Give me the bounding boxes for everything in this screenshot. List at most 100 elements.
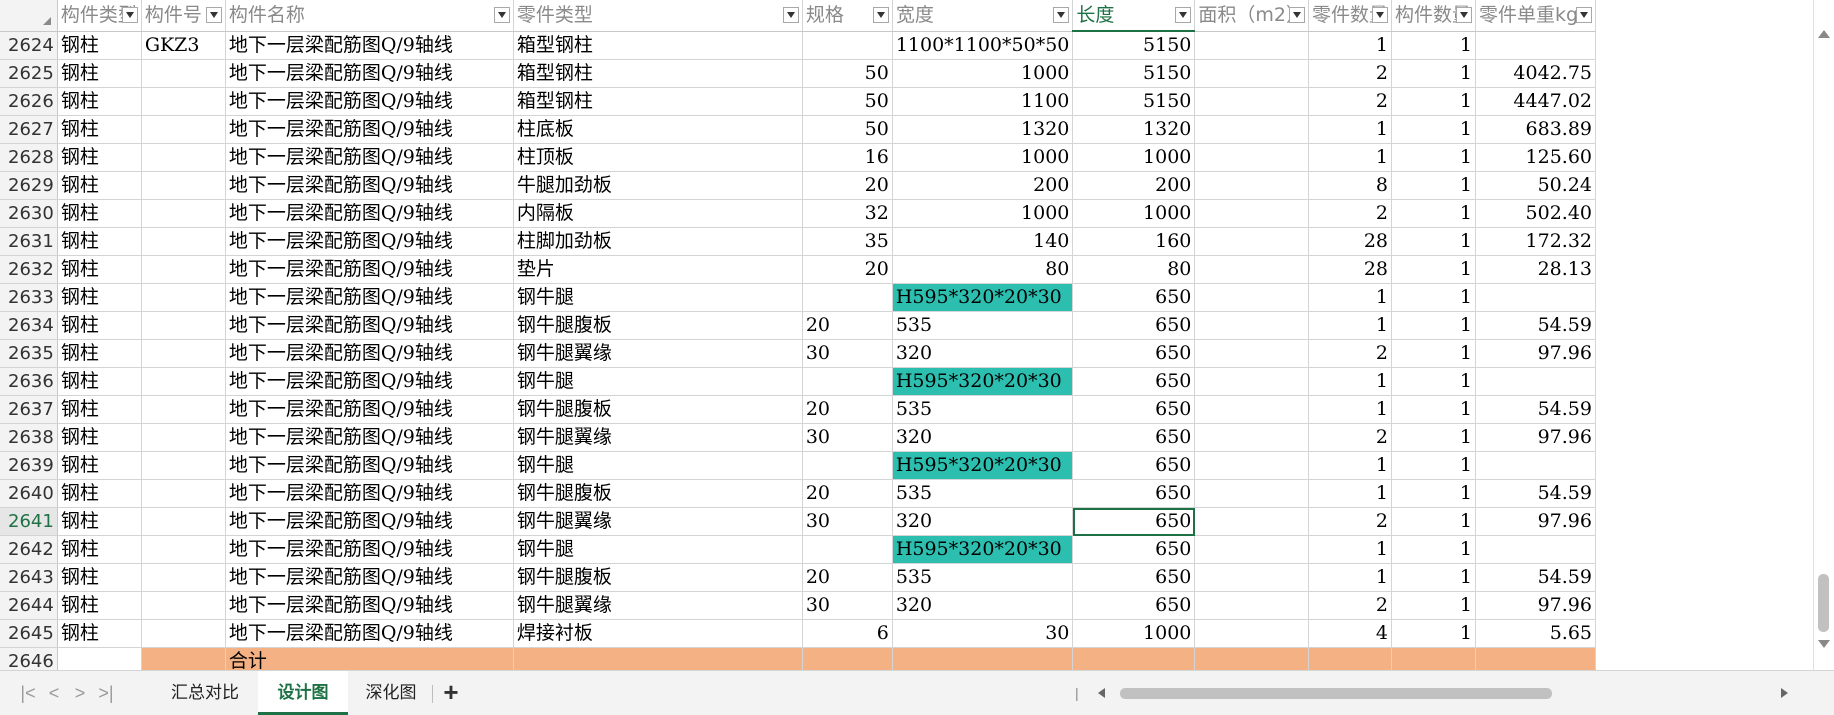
table-cell[interactable] bbox=[802, 535, 893, 564]
table-cell[interactable]: 钢柱 bbox=[57, 115, 142, 144]
table-cell[interactable] bbox=[141, 451, 226, 480]
table-cell[interactable]: 1 bbox=[1308, 479, 1393, 508]
table-cell[interactable]: 1 bbox=[1391, 367, 1476, 396]
table-cell[interactable]: H595*320*20*30 bbox=[892, 283, 1074, 312]
row-number[interactable]: 2628 bbox=[0, 143, 58, 172]
table-cell[interactable]: 1 bbox=[1308, 535, 1393, 564]
table-cell[interactable]: 钢牛腿翼缘 bbox=[513, 423, 803, 452]
table-cell[interactable] bbox=[1194, 395, 1309, 424]
table-cell[interactable] bbox=[141, 143, 226, 172]
table-cell[interactable]: 箱型钢柱 bbox=[513, 59, 803, 88]
table-cell[interactable]: 箱型钢柱 bbox=[513, 87, 803, 116]
tab-splitter-handle[interactable]: | bbox=[1075, 685, 1079, 701]
table-cell[interactable]: 牛腿加劲板 bbox=[513, 171, 803, 200]
spreadsheet-grid[interactable]: 构件类型 构件号 构件名称 零件类型 规格 宽度 长度 面积（m2） 零件数量 构件数量 零件单重k… bbox=[0, 0, 1834, 670]
vertical-scrollbar[interactable] bbox=[1813, 0, 1834, 670]
table-cell[interactable]: 地下一层梁配筋图Q/9轴线 bbox=[225, 451, 514, 480]
table-cell[interactable]: 地下一层梁配筋图Q/9轴线 bbox=[225, 423, 514, 452]
table-cell[interactable]: 4042.75 bbox=[1475, 59, 1596, 88]
table-cell[interactable] bbox=[1194, 367, 1309, 396]
table-cell[interactable]: 1 bbox=[1308, 283, 1393, 312]
table-cell[interactable]: 35 bbox=[802, 227, 893, 256]
table-cell[interactable]: 1 bbox=[1391, 115, 1476, 144]
table-cell[interactable]: 1 bbox=[1391, 283, 1476, 312]
table-cell[interactable]: 502.40 bbox=[1475, 199, 1596, 228]
table-cell[interactable]: 200 bbox=[892, 171, 1074, 200]
table-cell[interactable] bbox=[802, 367, 893, 396]
table-cell[interactable]: 钢牛腿腹板 bbox=[513, 479, 803, 508]
table-cell[interactable]: 28.13 bbox=[1475, 255, 1596, 284]
table-cell[interactable] bbox=[1072, 647, 1196, 670]
column-header[interactable]: 零件单重kg bbox=[1475, 0, 1596, 32]
row-number[interactable]: 2624 bbox=[0, 31, 58, 60]
table-cell[interactable]: 320 bbox=[892, 423, 1074, 452]
table-cell[interactable]: 1 bbox=[1391, 199, 1476, 228]
table-cell[interactable]: 地下一层梁配筋图Q/9轴线 bbox=[225, 479, 514, 508]
filter-dropdown-icon[interactable] bbox=[1576, 7, 1592, 23]
table-cell[interactable]: 650 bbox=[1072, 535, 1196, 564]
table-cell[interactable]: 地下一层梁配筋图Q/9轴线 bbox=[225, 591, 514, 620]
table-cell[interactable]: 垫片 bbox=[513, 255, 803, 284]
table-cell[interactable]: 30 bbox=[802, 339, 893, 368]
table-cell[interactable]: 钢柱 bbox=[57, 31, 142, 60]
table-cell[interactable] bbox=[1194, 647, 1309, 670]
column-header[interactable]: 构件号 bbox=[141, 0, 226, 32]
table-cell[interactable]: 钢柱 bbox=[57, 59, 142, 88]
scroll-right-icon[interactable] bbox=[1781, 688, 1788, 698]
table-cell[interactable] bbox=[57, 647, 142, 670]
table-cell[interactable] bbox=[1194, 339, 1309, 368]
table-cell[interactable]: 1 bbox=[1391, 591, 1476, 620]
table-cell[interactable]: 20 bbox=[802, 171, 893, 200]
table-cell[interactable]: 内隔板 bbox=[513, 199, 803, 228]
table-cell[interactable]: 钢柱 bbox=[57, 255, 142, 284]
table-cell[interactable]: 钢柱 bbox=[57, 143, 142, 172]
table-cell[interactable]: 1 bbox=[1391, 227, 1476, 256]
row-number[interactable]: 2625 bbox=[0, 59, 58, 88]
table-cell[interactable]: 焊接衬板 bbox=[513, 619, 803, 648]
table-cell[interactable]: 1 bbox=[1391, 143, 1476, 172]
tab-design[interactable]: 设计图 bbox=[258, 671, 348, 715]
next-sheet-icon[interactable]: > bbox=[70, 683, 90, 703]
table-cell[interactable] bbox=[141, 367, 226, 396]
table-cell[interactable]: 地下一层梁配筋图Q/9轴线 bbox=[225, 199, 514, 228]
row-number[interactable]: 2634 bbox=[0, 311, 58, 340]
column-header[interactable]: 构件类型 bbox=[57, 0, 142, 32]
table-cell[interactable]: 地下一层梁配筋图Q/9轴线 bbox=[225, 255, 514, 284]
row-number[interactable]: 2640 bbox=[0, 479, 58, 508]
table-cell[interactable]: 钢柱 bbox=[57, 619, 142, 648]
add-sheet-icon[interactable]: + bbox=[437, 678, 465, 706]
table-cell[interactable]: 54.59 bbox=[1475, 479, 1596, 508]
table-cell[interactable]: 4447.02 bbox=[1475, 87, 1596, 116]
table-cell[interactable]: 650 bbox=[1072, 311, 1196, 340]
filter-dropdown-icon[interactable] bbox=[1372, 7, 1388, 23]
table-cell[interactable]: 4 bbox=[1308, 619, 1393, 648]
table-cell[interactable]: 1100 bbox=[892, 87, 1074, 116]
table-cell[interactable]: 钢牛腿 bbox=[513, 367, 803, 396]
table-cell[interactable]: 柱底板 bbox=[513, 115, 803, 144]
scroll-up-icon[interactable] bbox=[1818, 30, 1830, 38]
row-number[interactable]: 2645 bbox=[0, 619, 58, 648]
table-cell[interactable]: 钢柱 bbox=[57, 283, 142, 312]
table-cell[interactable] bbox=[1194, 171, 1309, 200]
table-cell[interactable]: 钢柱 bbox=[57, 367, 142, 396]
table-cell[interactable]: 125.60 bbox=[1475, 143, 1596, 172]
table-cell[interactable]: 1 bbox=[1391, 535, 1476, 564]
row-number[interactable]: 2646 bbox=[0, 647, 58, 670]
table-cell[interactable]: 97.96 bbox=[1475, 507, 1596, 536]
row-number[interactable]: 2644 bbox=[0, 591, 58, 620]
table-cell[interactable]: 140 bbox=[892, 227, 1074, 256]
table-cell[interactable]: 地下一层梁配筋图Q/9轴线 bbox=[225, 59, 514, 88]
table-cell[interactable]: 5150 bbox=[1072, 87, 1196, 116]
table-cell[interactable]: 54.59 bbox=[1475, 395, 1596, 424]
table-cell[interactable] bbox=[802, 451, 893, 480]
table-cell[interactable]: 1 bbox=[1391, 395, 1476, 424]
table-cell[interactable]: 1 bbox=[1391, 423, 1476, 452]
table-cell[interactable] bbox=[141, 87, 226, 116]
table-cell[interactable]: 1 bbox=[1308, 451, 1393, 480]
table-cell[interactable]: 50.24 bbox=[1475, 171, 1596, 200]
table-cell[interactable] bbox=[141, 115, 226, 144]
scroll-left-icon[interactable] bbox=[1098, 688, 1105, 698]
table-cell[interactable]: 535 bbox=[892, 563, 1074, 592]
table-cell[interactable]: 20 bbox=[802, 255, 893, 284]
table-cell[interactable]: 535 bbox=[892, 311, 1074, 340]
